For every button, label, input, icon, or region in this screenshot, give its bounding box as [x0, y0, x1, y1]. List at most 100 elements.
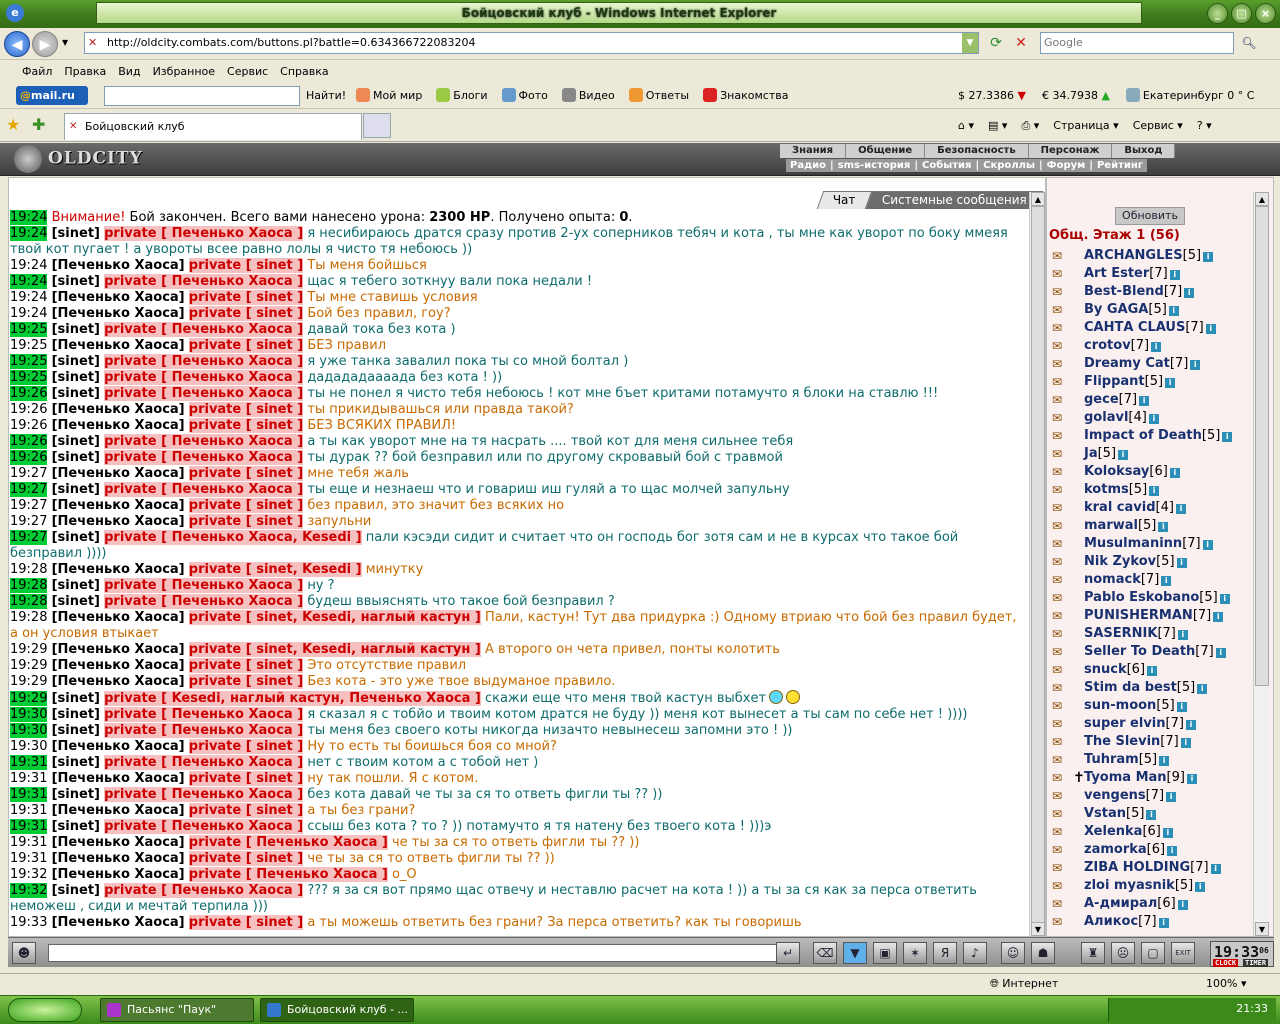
user-name[interactable]: vengens[7] i	[1084, 787, 1177, 805]
info-icon[interactable]: i	[1175, 504, 1186, 514]
user-name[interactable]: Tyoma Man[9] i	[1084, 769, 1197, 787]
feeds-icon[interactable]: ▤ ▾	[988, 116, 1007, 136]
user-name[interactable]: Vstan[5] i	[1084, 805, 1157, 823]
private-message-icon[interactable]: ✉	[1052, 339, 1074, 353]
private-message-icon[interactable]: ✉	[1052, 609, 1074, 623]
info-icon[interactable]: i	[1186, 774, 1197, 784]
info-icon[interactable]: i	[1203, 252, 1214, 262]
message-author[interactable]: [Печенько Хаоса]	[52, 498, 185, 513]
info-icon[interactable]: i	[1168, 306, 1179, 316]
private-message-icon[interactable]: ✉	[1052, 843, 1074, 857]
private-message-icon[interactable]: ✉	[1052, 771, 1074, 785]
scroll-up-icon[interactable]: ▲	[1031, 192, 1045, 206]
user-name[interactable]: gece[7] i	[1084, 391, 1150, 409]
new-tab-button[interactable]	[363, 113, 391, 138]
message-author[interactable]: [Печенько Хаоса]	[52, 642, 185, 657]
info-icon[interactable]: i	[1118, 450, 1129, 460]
info-icon[interactable]: i	[1166, 792, 1177, 802]
chat-mode-icon[interactable]: ☻	[12, 942, 36, 964]
usd-rate[interactable]: $ 27.3386 ▼	[958, 87, 1026, 105]
info-icon[interactable]: i	[1195, 882, 1206, 892]
page-menu[interactable]: Страница ▾	[1053, 116, 1118, 136]
message-author[interactable]: [sinet]	[52, 482, 100, 497]
private-recipients[interactable]: private [ Печенько Хаоса ]	[104, 594, 304, 609]
private-recipients[interactable]: private [ Печенько Хаоса ]	[104, 578, 304, 593]
user-name[interactable]: Impact of Death[5] i	[1084, 427, 1233, 445]
fighter-icon[interactable]: ✶	[903, 942, 927, 964]
menu-tools[interactable]: Сервис	[221, 61, 274, 83]
user-name[interactable]: Musulmaninn[7] i	[1084, 535, 1213, 553]
message-author[interactable]: [Печенько Хаоса]	[52, 835, 185, 850]
info-icon[interactable]: i	[1176, 558, 1187, 568]
user-name[interactable]: Best-Blend[7] i	[1084, 283, 1195, 301]
nav-character[interactable]: Персонаж	[1029, 144, 1113, 158]
private-message-icon[interactable]: ✉	[1052, 861, 1074, 875]
private-message-icon[interactable]: ✉	[1052, 357, 1074, 371]
private-message-icon[interactable]: ✉	[1052, 663, 1074, 677]
private-recipients[interactable]: private [ Печенько Хаоса ]	[104, 354, 304, 369]
private-recipients[interactable]: private [ Печенько Хаоса ]	[104, 883, 304, 898]
user-name[interactable]: kotms[5] i	[1084, 481, 1160, 499]
find-button[interactable]: Найти!	[306, 87, 346, 105]
private-message-icon[interactable]: ✉	[1052, 501, 1074, 515]
message-author[interactable]: [Печенько Хаоса]	[52, 803, 185, 818]
private-message-icon[interactable]: ✉	[1052, 483, 1074, 497]
message-author[interactable]: [sinet]	[52, 755, 100, 770]
forward-button[interactable]: ▶	[32, 31, 58, 57]
mailru-logo[interactable]: @mail.ru	[16, 86, 88, 105]
clear-icon[interactable]: ⌫	[813, 942, 837, 964]
private-recipients[interactable]: private [ sinet ]	[188, 306, 304, 321]
private-recipients[interactable]: private [ sinet ]	[188, 402, 304, 417]
user-name[interactable]: Pablo Eskobano[5] i	[1084, 589, 1230, 607]
private-message-icon[interactable]: ✉	[1052, 393, 1074, 407]
private-recipients[interactable]: private [ sinet, Kesedi, наглый кастун ]	[188, 642, 481, 657]
user-name[interactable]: PUNISHERMAN[7] i	[1084, 607, 1224, 625]
info-icon[interactable]: i	[1169, 270, 1180, 280]
user-name[interactable]: kral cavid[4] i	[1084, 499, 1186, 517]
message-author[interactable]: [Печенько Хаоса]	[52, 867, 185, 882]
user-name[interactable]: А-дмирал[6] i	[1084, 895, 1188, 913]
message-author[interactable]: [sinet]	[52, 434, 100, 449]
user-name[interactable]: sun-moon[5] i	[1084, 697, 1187, 715]
message-author[interactable]: [Печенько Хаоса]	[52, 674, 185, 689]
user-name[interactable]: Nik Zykov[5] i	[1084, 553, 1187, 571]
private-recipients[interactable]: private [ Печенько Хаоса, Kesedi ]	[104, 530, 362, 545]
blogs-link[interactable]: Блоги	[436, 87, 488, 105]
private-recipients[interactable]: private [ Печенько Хаоса ]	[188, 835, 388, 850]
myworld-link[interactable]: Мой мир	[356, 87, 422, 105]
video-link[interactable]: Видео	[561, 87, 615, 105]
message-author[interactable]: [sinet]	[52, 723, 100, 738]
user-name[interactable]: Аликос[7] i	[1084, 913, 1169, 931]
message-author[interactable]: [Печенько Хаоса]	[52, 258, 185, 273]
info-icon[interactable]: i	[1151, 342, 1162, 352]
user-name[interactable]: zamorka[6] i	[1084, 841, 1178, 859]
eur-rate[interactable]: € 34.7938 ▲	[1042, 87, 1110, 105]
weather-widget[interactable]: Екатеринбург 0 ° C	[1125, 87, 1254, 105]
private-recipients[interactable]: private [ Печенько Хаоса ]	[104, 274, 304, 289]
refresh-button[interactable]: ⟳	[985, 33, 1007, 53]
private-message-icon[interactable]: ✉	[1052, 807, 1074, 821]
mailru-search-input[interactable]	[104, 86, 300, 106]
private-message-icon[interactable]: ✉	[1052, 411, 1074, 425]
info-icon[interactable]: i	[1159, 756, 1170, 766]
private-recipients[interactable]: private [ Печенько Хаоса ]	[104, 723, 304, 738]
info-icon[interactable]: i	[1185, 720, 1196, 730]
scroll-up-icon[interactable]: ▲	[1255, 192, 1269, 206]
minimize-button[interactable]: _	[1207, 3, 1228, 24]
info-icon[interactable]: i	[1158, 522, 1169, 532]
print-icon[interactable]: ⎙ ▾	[1021, 116, 1039, 136]
private-recipients[interactable]: private [ Печенько Хаоса ]	[104, 450, 304, 465]
private-recipients[interactable]: private [ sinet ]	[188, 466, 304, 481]
monitor-icon[interactable]: ▣	[873, 942, 897, 964]
zone-indicator[interactable]: 🌐︎ Интернет	[990, 977, 1058, 991]
private-message-icon[interactable]: ✉	[1052, 681, 1074, 695]
user-name[interactable]: The Slevin[7] i	[1084, 733, 1191, 751]
user-name[interactable]: By GAGA[5] i	[1084, 301, 1179, 319]
message-author[interactable]: [Печенько Хаоса]	[52, 290, 185, 305]
message-author[interactable]: [Печенько Хаоса]	[52, 771, 185, 786]
send-icon[interactable]: ↵	[776, 942, 800, 964]
scroll-thumb[interactable]	[1255, 206, 1269, 686]
info-icon[interactable]: i	[1176, 702, 1187, 712]
private-message-icon[interactable]: ✉	[1052, 699, 1074, 713]
info-icon[interactable]: i	[1190, 360, 1201, 370]
